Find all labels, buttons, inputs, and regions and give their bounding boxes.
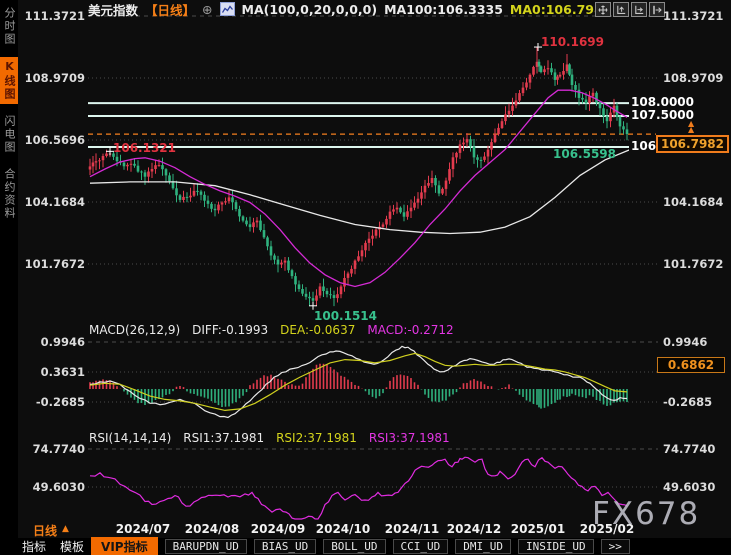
tab-vip-indicators[interactable]: VIP指标 (91, 537, 158, 555)
rsi1-value: RSI1:37.1981 (183, 431, 264, 445)
x-axis-label: 2024/10 (316, 522, 370, 536)
hline-label: 108.0000 (629, 95, 696, 109)
y-axis-label-left: 106.5696 (20, 133, 85, 147)
current-price-value: 106.7982 (661, 137, 724, 151)
y-axis-label-right: 49.6030 (663, 480, 715, 494)
macd-badge-value: 0.6862 (668, 358, 714, 372)
rsi3-value: RSI3:37.1981 (369, 431, 450, 445)
more-indicators-button[interactable]: >> (601, 539, 630, 554)
toolbar-indicator-tabs: BARUPDN_UD BIAS_UD BOLL_UD CCI_UD DMI_UD INSI… (165, 539, 594, 554)
price-annotation: 110.1699 (541, 35, 604, 49)
sidebar-item-view[interactable]: 分时图 (0, 4, 18, 49)
y-axis-label-right: 108.9709 (663, 71, 723, 85)
tab-模板[interactable]: 模板 (60, 538, 84, 555)
y-axis-label-right: 101.7672 (663, 257, 723, 271)
axis-up-tool-button[interactable] (613, 2, 629, 17)
chart-canvas (0, 0, 731, 555)
y-axis-label-left: -0.2685 (20, 395, 85, 409)
bottom-toolbar: 指标模板 VIP指标 BARUPDN_UD BIAS_UD BOLL_UD CCI_U… (0, 538, 731, 555)
axis-right-tool-button[interactable] (631, 2, 647, 17)
x-axis-label: 2024/12 (447, 522, 501, 536)
add-overlay-icon[interactable]: ⊕ (202, 2, 212, 17)
y-axis-label-left: 49.6030 (20, 480, 85, 494)
price-annotation: 100.1514 (314, 309, 377, 323)
tab-indicator[interactable]: DMI_UD (455, 539, 511, 554)
macd-diff-value: DIFF:-0.1993 (192, 323, 268, 337)
x-axis-label: 2025/01 (511, 522, 565, 536)
macd-formula: MACD(26,12,9) (89, 323, 180, 337)
price-arrow-marker: ▲▲ (688, 121, 694, 133)
line-chart-icon[interactable] (220, 2, 235, 16)
ma-settings-label: MA(100,0,20,0,0,0) (242, 2, 378, 17)
price-annotation: 106.5598 (553, 147, 616, 161)
y-axis-label-left: 101.7672 (20, 257, 85, 271)
tab-indicator[interactable]: BOLL_UD (323, 539, 385, 554)
rsi-formula: RSI(14,14,14) (89, 431, 171, 445)
crosshair-tool-button[interactable] (595, 2, 611, 17)
macd-dea-value: DEA:-0.0637 (280, 323, 355, 337)
sidebar-item-view[interactable]: 闪电图 (0, 112, 18, 157)
macd-macd-value: MACD:-0.2712 (367, 323, 453, 337)
y-axis-label-right: 111.3721 (663, 9, 723, 23)
left-sidebar: 分时图 K线图闪电图合约资料 (0, 0, 18, 555)
rsi-indicator-row: RSI(14,14,14) RSI1:37.1981 RSI2:37.1981 … (89, 431, 450, 445)
tab-指标[interactable]: 指标 (22, 538, 46, 555)
x-axis-label: 2024/11 (385, 522, 439, 536)
symbol-name: 美元指数 (88, 0, 138, 19)
tab-indicator[interactable]: CCI_UD (393, 539, 449, 554)
rsi2-value: RSI2:37.1981 (276, 431, 357, 445)
y-axis-label-right: -0.2685 (663, 395, 712, 409)
sidebar-item-active[interactable]: K线图 (0, 57, 18, 104)
tab-indicator[interactable]: BIAS_UD (254, 539, 316, 554)
x-axis-label: 2024/09 (251, 522, 305, 536)
x-axis-label: 2024/07 (116, 522, 170, 536)
timeframe-dropdown-icon[interactable]: ▲ (62, 524, 69, 534)
period-selector[interactable]: 【日线】 (145, 0, 195, 19)
y-axis-label-right: 0.9946 (663, 335, 707, 349)
tab-indicator[interactable]: INSIDE_UD (518, 539, 594, 554)
fx678-watermark: FX678 (592, 496, 700, 532)
y-axis-label-left: 111.3721 (20, 9, 85, 23)
toolbar-left-tabs: 指标模板 (22, 538, 84, 555)
y-axis-label-left: 74.7740 (20, 442, 85, 456)
y-axis-label-left: 108.9709 (20, 71, 85, 85)
chart-header: 美元指数 【日线】 ⊕ MA(100,0,20,0,0,0) MA100:106… (88, 1, 611, 17)
sidebar-item-view[interactable]: 合约资料 (0, 165, 18, 223)
price-annotation: 106.1321 (113, 141, 176, 155)
macd-value-badge: 0.6862 (657, 357, 725, 373)
y-axis-label-right: 104.1684 (663, 195, 723, 209)
hline-label: 107.5000 (629, 108, 696, 122)
macd-indicator-row: MACD(26,12,9) DIFF:-0.1993 DEA:-0.0637 M… (89, 323, 454, 337)
app-root: 分时图 K线图闪电图合约资料 美元指数 【日线】 ⊕ MA(100,0,20,0,… (0, 0, 731, 555)
timeframe-label[interactable]: 日线 (33, 522, 57, 539)
chart-tools-group (595, 2, 665, 17)
tab-indicator[interactable]: BARUPDN_UD (165, 539, 247, 554)
current-price-badge: 106.7982 (656, 135, 729, 153)
x-axis-label: 2024/08 (185, 522, 239, 536)
y-axis-label-left: 0.9946 (20, 335, 85, 349)
ma100-value: MA100:106.3335 (384, 2, 503, 17)
y-axis-label-right: 74.7740 (663, 442, 715, 456)
y-axis-label-left: 104.1684 (20, 195, 85, 209)
y-axis-label-left: 0.3631 (20, 365, 85, 379)
